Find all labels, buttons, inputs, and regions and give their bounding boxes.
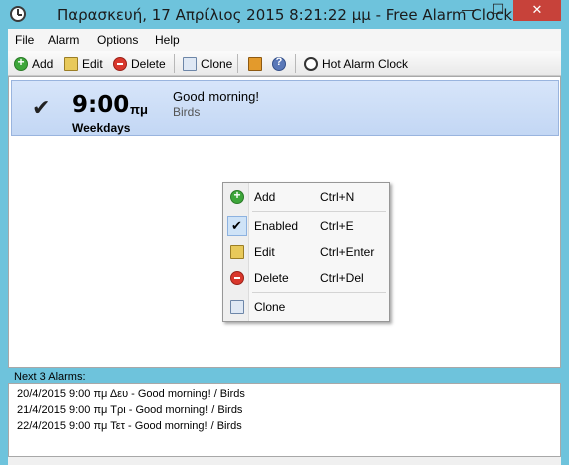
edit-button[interactable]: Edit — [64, 55, 103, 73]
delete-icon — [230, 271, 244, 285]
alarm-ampm: πμ — [130, 102, 148, 117]
context-edit-label: Edit — [254, 245, 275, 259]
menu-help[interactable]: Help — [155, 33, 180, 47]
menu-file[interactable]: File — [15, 33, 34, 47]
context-enabled-label: Enabled — [254, 219, 299, 233]
toolbar: Add Edit Delete Clone Hot Alarm Clock — [8, 51, 561, 76]
hot-alarm-clock-button[interactable]: Hot Alarm Clock — [304, 55, 408, 73]
edit-icon — [64, 57, 78, 71]
context-delete-shortcut: Ctrl+Del — [320, 271, 364, 285]
menu-options[interactable]: Options — [97, 33, 138, 47]
edit-icon — [230, 245, 244, 259]
title-bar[interactable]: Παρασκευή, 17 Απρίλιος 2015 8:21:22 μμ -… — [0, 0, 569, 29]
delete-button[interactable]: Delete — [113, 55, 166, 73]
next-alarms-label: Next 3 Alarms: — [14, 371, 86, 383]
toolbar-separator — [237, 54, 238, 73]
context-clone[interactable]: Clone — [225, 296, 387, 318]
alarm-time: 9:00 — [72, 92, 130, 118]
context-enabled-shortcut: Ctrl+E — [320, 219, 354, 233]
clone-icon — [230, 300, 244, 314]
help-icon — [272, 56, 286, 71]
home-icon — [248, 57, 262, 71]
alarm-days: Weekdays — [72, 121, 131, 135]
status-bar — [8, 457, 561, 465]
context-edit[interactable]: Edit Ctrl+Enter — [225, 241, 387, 263]
close-button[interactable]: ✕ — [513, 0, 561, 21]
menu-bar: File Alarm Options Help — [8, 29, 561, 51]
context-enabled[interactable]: ✔ Enabled Ctrl+E — [225, 215, 387, 237]
delete-label: Delete — [131, 57, 166, 71]
clone-button[interactable]: Clone — [183, 55, 232, 73]
context-separator — [252, 292, 386, 293]
next-alarm-row: 21/4/2015 9:00 πμ Τρι - Good morning! / … — [17, 404, 243, 416]
hot-alarm-clock-icon — [304, 57, 318, 71]
alarm-sound: Birds — [173, 105, 201, 119]
clone-icon — [183, 57, 197, 71]
home-button[interactable] — [248, 55, 266, 73]
hot-alarm-clock-label: Hot Alarm Clock — [322, 57, 409, 71]
context-add-label: Add — [254, 190, 276, 204]
context-clone-label: Clone — [254, 300, 286, 314]
context-add-shortcut: Ctrl+N — [320, 190, 355, 204]
add-icon — [14, 55, 28, 71]
context-add[interactable]: Add Ctrl+N — [225, 186, 387, 208]
minimize-button[interactable]: — — [455, 0, 483, 21]
context-delete[interactable]: Delete Ctrl+Del — [225, 267, 387, 289]
toolbar-separator — [295, 54, 296, 73]
context-menu: Add Ctrl+N ✔ Enabled Ctrl+E Edit Ctrl+En… — [222, 182, 390, 322]
context-edit-shortcut: Ctrl+Enter — [320, 245, 375, 259]
add-button[interactable]: Add — [14, 55, 53, 73]
next-alarm-row: 20/4/2015 9:00 πμ Δευ - Good morning! / … — [17, 388, 245, 400]
toolbar-separator — [174, 54, 175, 73]
alarm-label: Good morning! — [173, 89, 259, 104]
add-label: Add — [32, 57, 54, 71]
next-alarms-list[interactable]: 20/4/2015 9:00 πμ Δευ - Good morning! / … — [8, 383, 561, 457]
clone-label: Clone — [201, 57, 233, 71]
edit-label: Edit — [82, 57, 103, 71]
menu-alarm[interactable]: Alarm — [48, 33, 79, 47]
app-window: Παρασκευή, 17 Απρίλιος 2015 8:21:22 μμ -… — [0, 0, 569, 465]
next-alarm-row: 22/4/2015 9:00 πμ Τετ - Good morning! / … — [17, 420, 242, 432]
check-icon: ✔ — [231, 218, 242, 233]
context-separator — [252, 211, 386, 212]
maximize-button[interactable]: ☐ — [484, 0, 512, 21]
help-button[interactable] — [272, 55, 290, 73]
enabled-check-icon[interactable]: ✔ — [32, 95, 50, 121]
delete-icon — [113, 57, 127, 71]
alarm-row[interactable]: ✔ 9:00 πμ Weekdays Good morning! Birds — [11, 80, 559, 136]
context-delete-label: Delete — [254, 271, 289, 285]
add-icon — [230, 188, 244, 204]
